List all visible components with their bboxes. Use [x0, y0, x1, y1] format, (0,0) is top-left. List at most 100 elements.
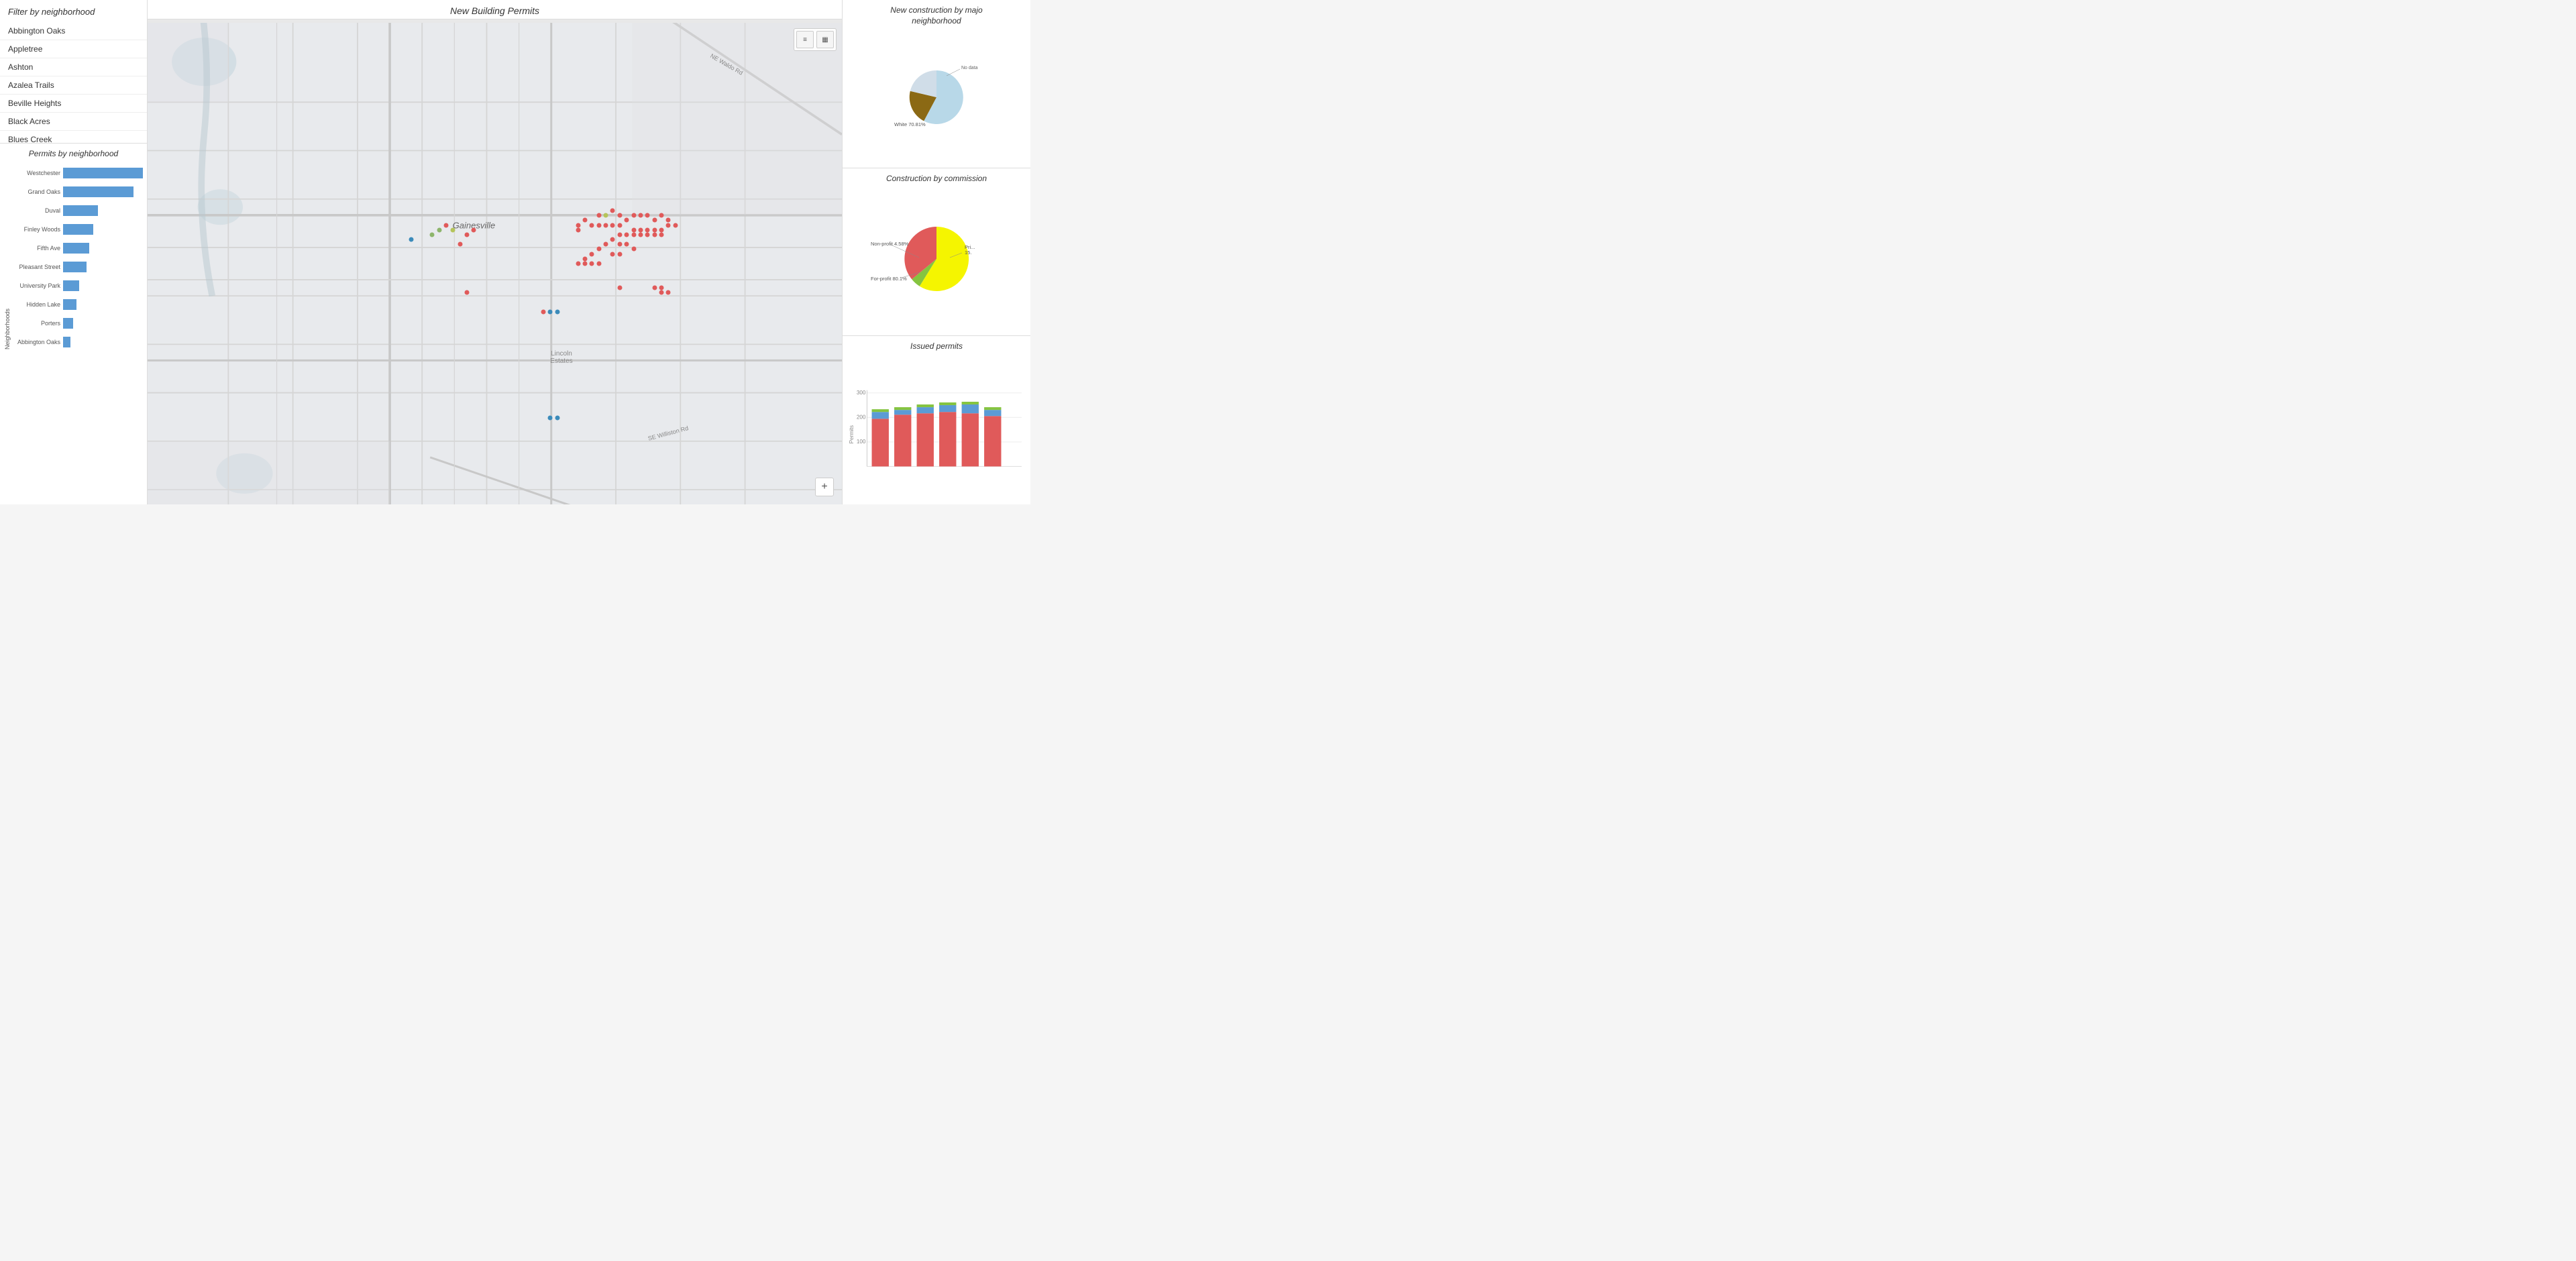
neighborhood-list-item[interactable]: Azalea Trails	[0, 76, 147, 95]
map-dot	[625, 232, 629, 237]
neighborhood-list-item[interactable]: Black Acres	[0, 113, 147, 131]
map-dot	[548, 309, 553, 314]
svg-text:No data: No data	[961, 66, 978, 70]
map-dot	[666, 290, 671, 295]
map-dot	[638, 232, 643, 237]
map-grid-view-button[interactable]: ▦	[816, 31, 834, 48]
bar-chart: WestchesterGrand Oaks Duval Finley Woods Fi…	[12, 164, 143, 475]
map-list-view-button[interactable]: ≡	[796, 31, 814, 48]
svg-text:300: 300	[857, 390, 866, 396]
bar-fill	[63, 243, 89, 254]
map-dot	[590, 252, 594, 256]
map-dot	[596, 247, 601, 252]
map-dot	[625, 218, 629, 223]
y-axis-label: Neighborhoods	[4, 309, 12, 349]
right-panel: New construction by majoneighborhood	[843, 0, 1030, 504]
bar-row: Fifth Ave	[12, 239, 143, 258]
map-dot	[444, 223, 449, 227]
map-dot	[583, 256, 588, 261]
map-controls: ≡ ▦	[794, 28, 837, 51]
pie2-container: Non-profit 4.58% Pri... 15. For-profit 8…	[848, 188, 1025, 330]
map-dot	[596, 213, 601, 218]
construction-by-commission-section: Construction by commission Non-profit 4.…	[843, 168, 1030, 337]
svg-text:Non-profit 4.58%: Non-profit 4.58%	[871, 241, 909, 247]
bar-label: Duval	[12, 207, 60, 214]
map-dot	[631, 227, 636, 232]
neighborhood-list-item[interactable]: Ashton	[0, 58, 147, 76]
bar-track	[63, 318, 143, 329]
map-dot	[645, 213, 650, 218]
map-dot	[604, 223, 608, 227]
bar-track	[63, 186, 143, 197]
pie1-svg: No data White 70.81%	[893, 62, 980, 129]
bar-row: Westchester	[12, 164, 143, 182]
permits-chart-title: Permits by neighborhood	[4, 149, 143, 158]
bar-fill	[63, 168, 143, 178]
map-dot	[652, 285, 657, 290]
map-dot	[617, 232, 622, 237]
neighborhood-list-item[interactable]: Blues Creek	[0, 131, 147, 143]
map-dot	[610, 223, 615, 227]
neighborhood-list-item[interactable]: Beville Heights	[0, 95, 147, 113]
bar-row: Finley Woods	[12, 220, 143, 239]
neighborhood-list-item[interactable]: Appletree	[0, 40, 147, 58]
neighborhood-list-item[interactable]: Abbington Oaks	[0, 22, 147, 40]
bar-fill	[63, 280, 79, 291]
map-panel: New Building Permits	[148, 0, 843, 504]
map-dot	[472, 227, 476, 232]
map-dot	[451, 227, 455, 232]
bar-track	[63, 205, 143, 216]
bar-track	[63, 224, 143, 235]
map-dot	[666, 218, 671, 223]
issued-permits-chart: 300 200 100	[848, 356, 1025, 499]
svg-text:15.: 15.	[965, 250, 971, 256]
bar-track	[63, 168, 143, 178]
map-dot	[659, 232, 663, 237]
map-dot	[659, 213, 663, 218]
map-dot	[631, 232, 636, 237]
bar-label: Pleasant Street	[12, 264, 60, 270]
map-dot	[617, 242, 622, 247]
map-dot	[576, 223, 580, 227]
map-dot	[666, 223, 671, 227]
map-title: New Building Permits	[148, 0, 842, 19]
map-dot	[576, 262, 580, 266]
pie1-wrapper: No data White 70.81%	[893, 62, 980, 129]
map-dot	[645, 227, 650, 232]
map-dot	[652, 227, 657, 232]
bar-fill	[63, 337, 70, 347]
map-dot	[638, 213, 643, 218]
bar-track	[63, 243, 143, 254]
bar-row: Pleasant Street	[12, 258, 143, 276]
svg-text:100: 100	[857, 439, 866, 445]
neighborhood-list[interactable]: Abbington OaksAppletreeAshtonAzalea Trai…	[0, 22, 147, 143]
construction-neighborhood-title: New construction by majoneighborhood	[848, 5, 1025, 26]
map-dot	[610, 252, 615, 256]
svg-text:White 70.81%: White 70.81%	[894, 121, 926, 127]
map-dot	[652, 232, 657, 237]
map-dot	[659, 290, 663, 295]
map-zoom-plus-button[interactable]: +	[815, 478, 834, 496]
map-dot	[583, 218, 588, 223]
map-dot	[555, 309, 559, 314]
map-dot	[576, 227, 580, 232]
pie2-wrapper: Non-profit 4.58% Pri... 15. For-profit 8…	[869, 219, 1004, 299]
map-dot	[465, 290, 470, 295]
issued-permits-title: Issued permits	[848, 341, 1025, 352]
map-dot	[617, 285, 622, 290]
pie1-container: No data White 70.81%	[848, 30, 1025, 162]
map-dot	[631, 247, 636, 252]
map-dot	[590, 223, 594, 227]
bar-track	[63, 299, 143, 310]
map-svg	[148, 23, 842, 504]
bar-label: Fifth Ave	[12, 245, 60, 252]
map-dot	[604, 213, 608, 218]
issued-permits-svg: 300 200 100	[848, 356, 1025, 499]
bar-row: Grand Oaks	[12, 182, 143, 201]
map-dot	[596, 223, 601, 227]
bar-row: University Park	[12, 276, 143, 295]
map-container[interactable]: Gainesville LincolnEstates NE Waldo Rd S…	[148, 23, 842, 504]
bar-track	[63, 337, 143, 347]
map-dot	[617, 223, 622, 227]
bar-fill	[63, 205, 98, 216]
